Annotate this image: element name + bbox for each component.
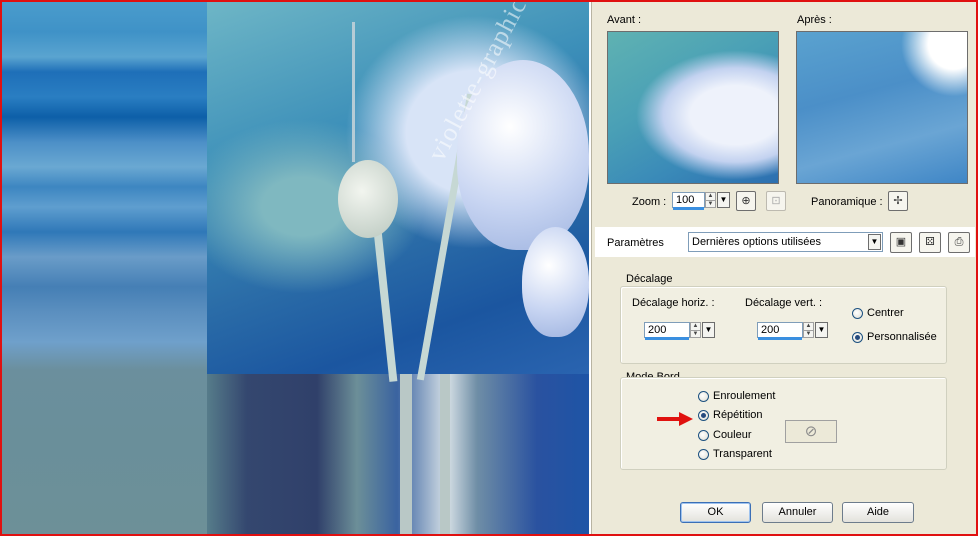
screenshot-frame	[0, 0, 978, 536]
